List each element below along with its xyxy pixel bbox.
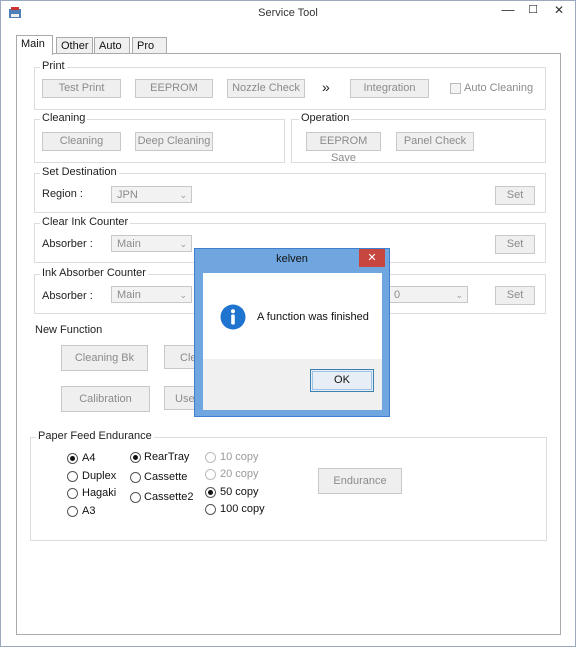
radio-duplex-label: Duplex	[82, 470, 117, 482]
new-function-label: New Function	[35, 324, 103, 336]
clear-ink-set-button[interactable]: Set	[495, 235, 535, 254]
radio-100-copy[interactable]	[205, 504, 216, 515]
clear-ink-counter-label: Clear Ink Counter	[40, 216, 131, 228]
auto-cleaning-checkbox[interactable]	[450, 83, 461, 94]
radio-reartray-label: RearTray	[144, 451, 190, 463]
calibration-button[interactable]: Calibration	[61, 386, 150, 412]
set-destination-set-button[interactable]: Set	[495, 186, 535, 205]
chevron-down-icon: ⌄	[455, 290, 463, 300]
title-bar: Service Tool — ☐ ✕	[1, 1, 575, 25]
eeprom-button[interactable]: EEPROM	[135, 79, 213, 98]
endurance-button[interactable]: Endurance	[318, 468, 402, 494]
dialog-message: A function was finished	[257, 311, 369, 323]
cleaning-button[interactable]: Cleaning	[42, 132, 121, 151]
ok-button[interactable]: OK	[310, 369, 374, 392]
radio-100-copy-label: 100 copy	[220, 503, 265, 515]
region-select[interactable]: JPN ⌄	[111, 186, 192, 203]
message-dialog: kelven ✕ A function was finished OK	[194, 248, 390, 417]
test-print-button[interactable]: Test Print	[42, 79, 121, 98]
ink-absorber-count: 0	[394, 289, 401, 301]
chevron-down-icon: ⌄	[179, 239, 187, 249]
radio-duplex[interactable]	[67, 471, 78, 482]
window-title: Service Tool	[258, 7, 318, 19]
ink-absorber-label: Absorber :	[42, 290, 93, 302]
deep-cleaning-button[interactable]: Deep Cleaning	[135, 132, 213, 151]
eeprom-save-button[interactable]: EEPROM Save	[306, 132, 381, 164]
radio-a3-label: A3	[82, 505, 96, 517]
radio-10-copy-label: 10 copy	[220, 451, 259, 463]
ink-absorber-select[interactable]: Main ⌄	[111, 286, 192, 303]
dialog-body: A function was finished OK	[203, 273, 382, 410]
panel-check-button[interactable]: Panel Check	[396, 132, 474, 151]
radio-a4-label: A4	[82, 452, 96, 464]
radio-hagaki-label: Hagaki	[82, 487, 117, 499]
radio-cassette2[interactable]	[130, 492, 141, 503]
radio-50-copy[interactable]	[205, 487, 216, 498]
cleaning-bk-button[interactable]: Cleaning Bk	[61, 345, 148, 371]
radio-cassette-label: Cassette	[144, 471, 188, 483]
clear-ink-absorber-select[interactable]: Main ⌄	[111, 235, 192, 252]
region-value: JPN	[117, 189, 138, 201]
paper-feed-endurance-label: Paper Feed Endurance	[36, 430, 154, 442]
maximize-button[interactable]: ☐	[521, 1, 545, 21]
radio-reartray[interactable]	[130, 452, 141, 463]
nozzle-check-button[interactable]: Nozzle Check	[227, 79, 305, 98]
cleaning-group-label: Cleaning	[40, 112, 88, 124]
service-tool-window: Service Tool — ☐ ✕ Main Other Auto Pro P…	[0, 0, 576, 647]
radio-a3[interactable]	[67, 506, 78, 517]
integration-button[interactable]: Integration	[350, 79, 429, 98]
region-label: Region :	[42, 188, 83, 200]
radio-a4[interactable]	[67, 453, 78, 464]
info-icon	[220, 304, 246, 330]
auto-cleaning-label: Auto Cleaning	[464, 82, 534, 94]
radio-cassette2-label: Cassette2	[144, 491, 194, 503]
arrow-icon: »	[322, 79, 330, 95]
chevron-down-icon: ⌄	[179, 190, 187, 200]
ink-absorber-value: Main	[117, 289, 141, 301]
tab-other[interactable]: Other	[56, 37, 93, 54]
chevron-down-icon: ⌄	[179, 290, 187, 300]
tab-auto[interactable]: Auto	[94, 37, 130, 54]
radio-10-copy[interactable]	[205, 452, 216, 463]
radio-cassette[interactable]	[130, 472, 141, 483]
radio-20-copy[interactable]	[205, 469, 216, 480]
tab-main[interactable]: Main	[16, 35, 53, 55]
dialog-close-button[interactable]: ✕	[359, 249, 385, 267]
dialog-footer: OK	[203, 359, 382, 410]
minimize-button[interactable]: —	[495, 1, 521, 21]
print-group-label: Print	[40, 60, 67, 72]
close-button[interactable]: ✕	[545, 1, 573, 21]
operation-group-label: Operation	[299, 112, 352, 124]
ink-absorber-set-button[interactable]: Set	[495, 286, 535, 305]
ink-absorber-counter-label: Ink Absorber Counter	[40, 267, 148, 279]
radio-hagaki[interactable]	[67, 488, 78, 499]
clear-ink-absorber-label: Absorber :	[42, 238, 93, 250]
set-destination-label: Set Destination	[40, 166, 119, 178]
tab-pro[interactable]: Pro	[132, 37, 167, 54]
radio-50-copy-label: 50 copy	[220, 486, 259, 498]
radio-20-copy-label: 20 copy	[220, 468, 259, 480]
ink-absorber-value-select[interactable]: 0 ⌄	[388, 286, 468, 303]
clear-ink-absorber-value: Main	[117, 238, 141, 250]
